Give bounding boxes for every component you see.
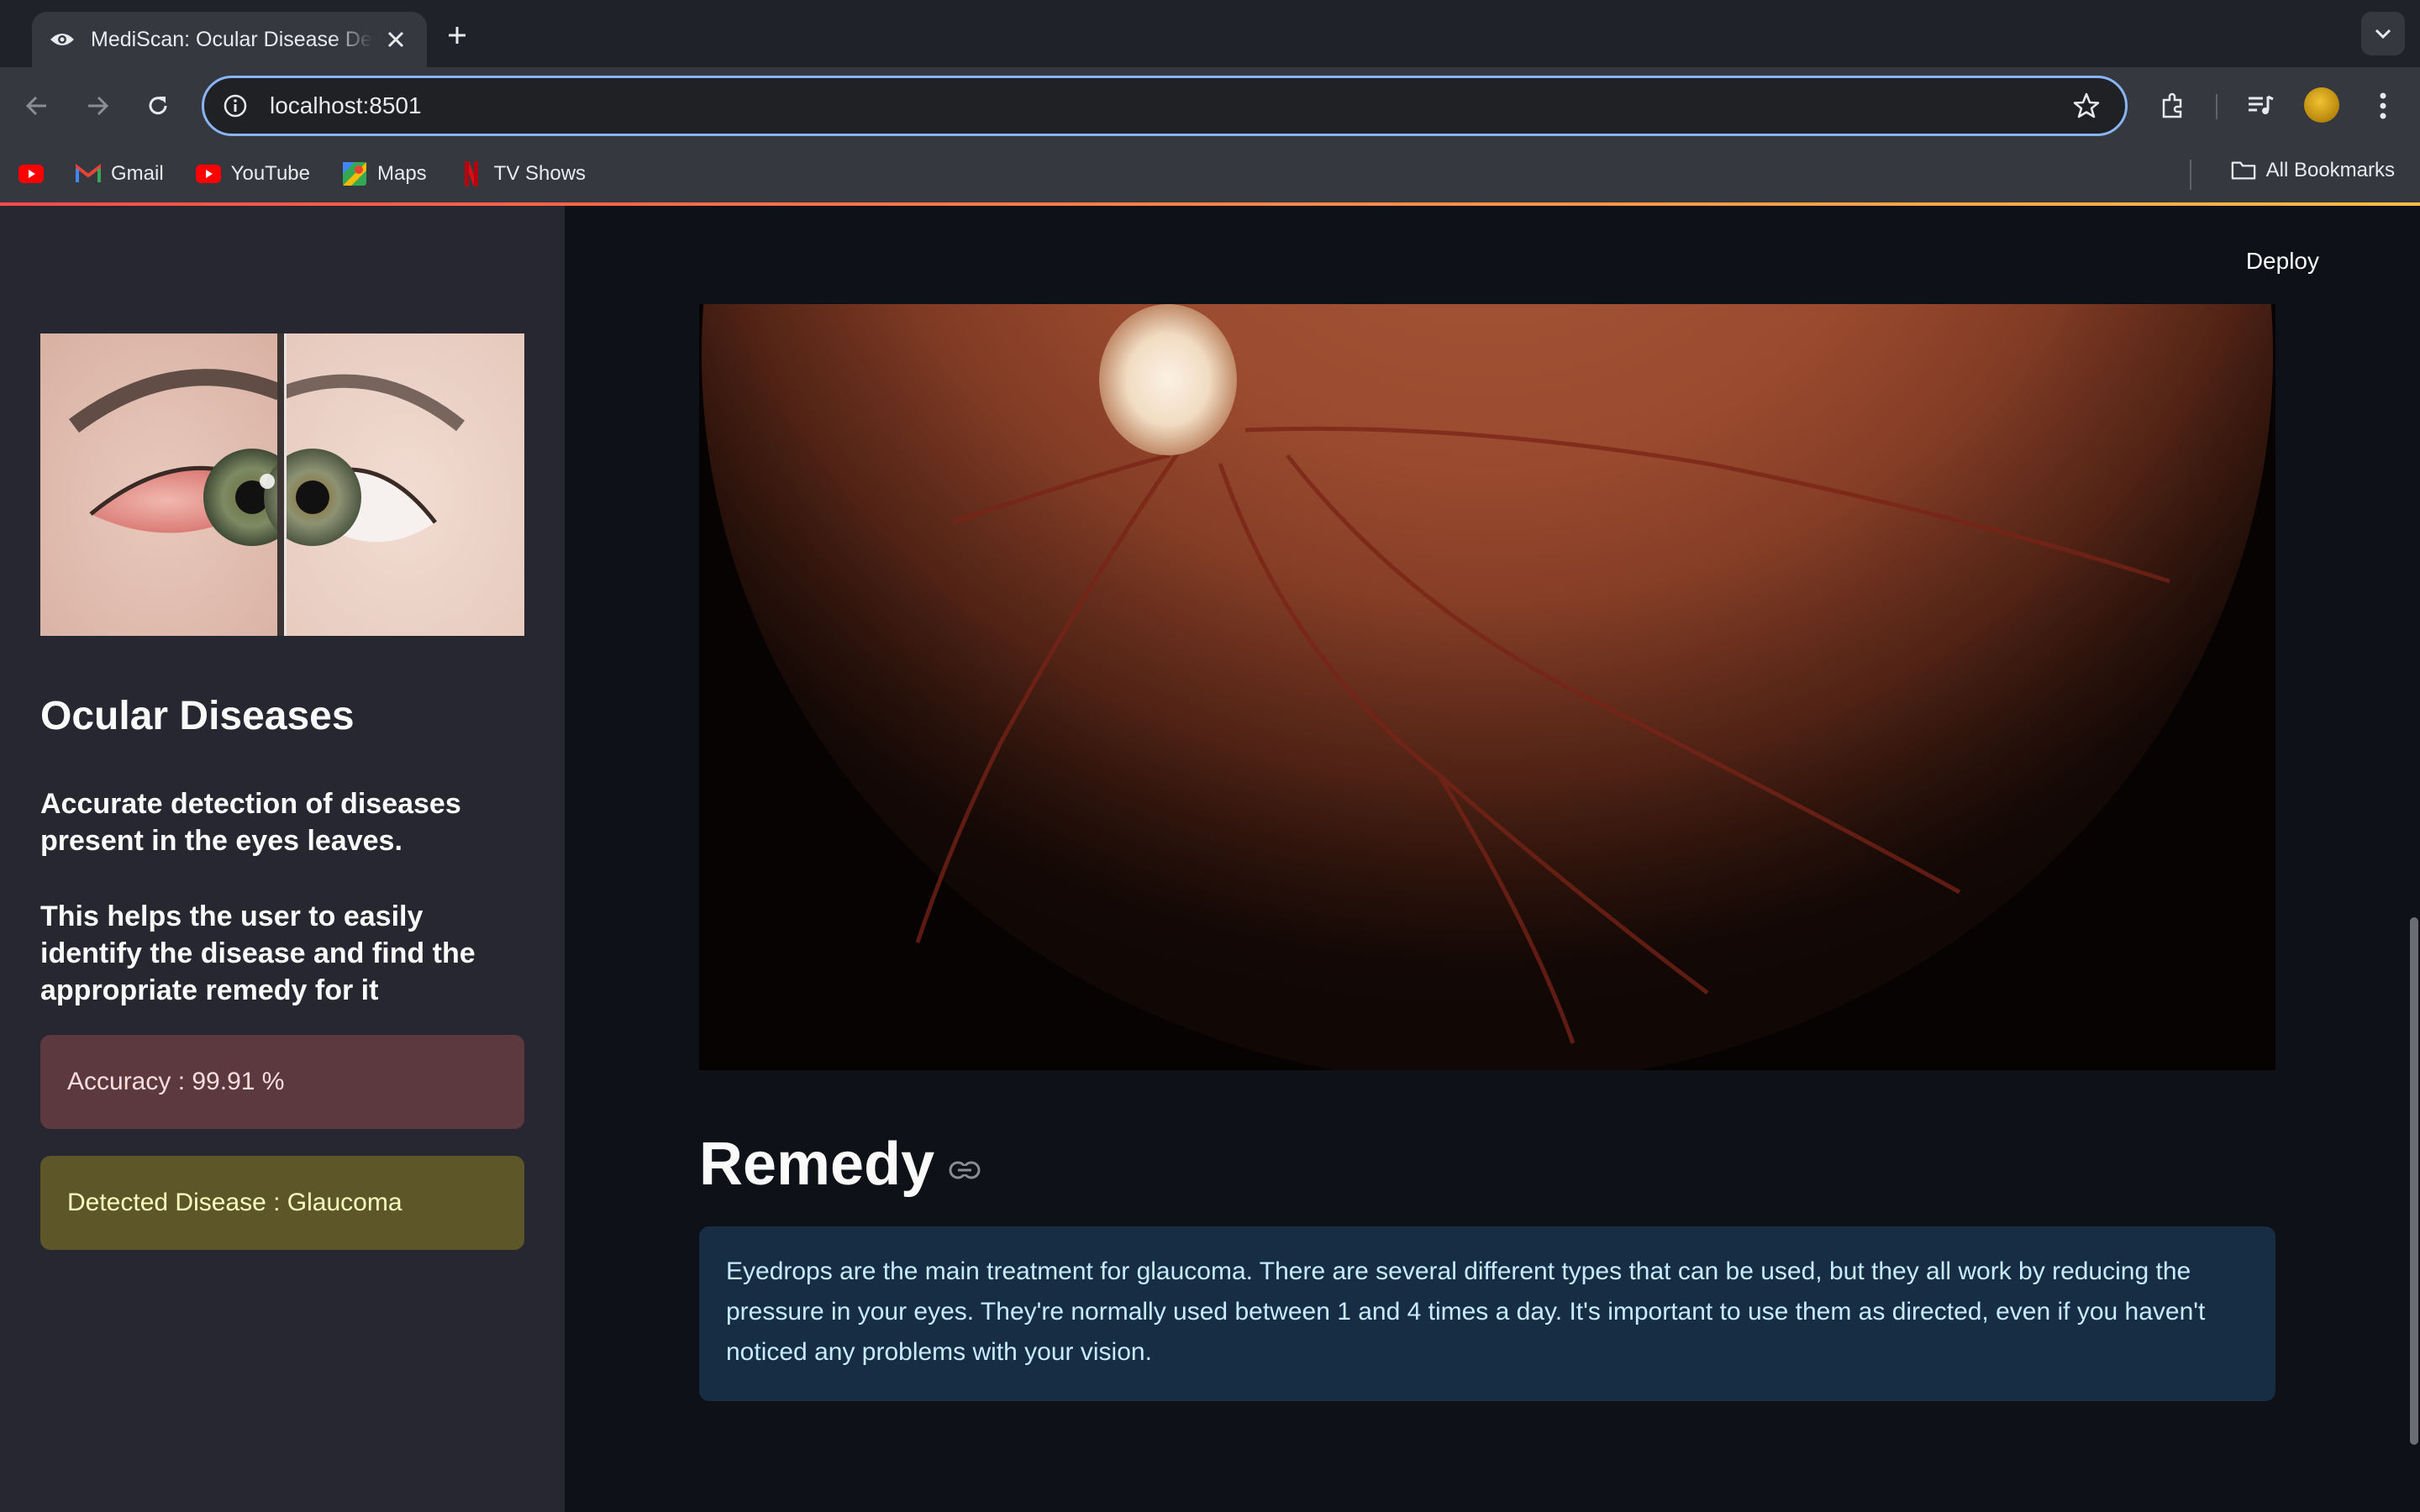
maps-icon bbox=[342, 161, 367, 186]
remedy-info-box: Eyedrops are the main treatment for glau… bbox=[699, 1226, 2275, 1401]
main-content: Deploy Remedy Eyedrops are the main trea… bbox=[565, 206, 2420, 1512]
bookmarks-divider bbox=[2190, 160, 2191, 190]
gmail-icon bbox=[76, 161, 101, 186]
eye-comparison-image bbox=[40, 333, 524, 636]
bookmark-label: Gmail bbox=[111, 162, 164, 185]
close-icon[interactable] bbox=[381, 25, 410, 54]
bookmarks-bar: Gmail YouTube Maps TV Shows All Bookmark… bbox=[0, 144, 2420, 203]
all-bookmarks-button[interactable]: All Bookmarks bbox=[2231, 158, 2395, 183]
remedy-text: Eyedrops are the main treatment for glau… bbox=[726, 1257, 2206, 1366]
toolbar-divider bbox=[2216, 94, 2217, 119]
bookmark-maps[interactable]: Maps bbox=[342, 161, 427, 186]
bookmark-star-icon[interactable] bbox=[2068, 87, 2105, 124]
bookmark-label: YouTube bbox=[230, 162, 310, 185]
sidebar: Ocular Diseases Accurate detection of di… bbox=[0, 206, 565, 1512]
all-bookmarks-label: All Bookmarks bbox=[2265, 159, 2395, 181]
bookmark-youtube-shortcut[interactable] bbox=[18, 161, 54, 186]
bookmark-label: TV Shows bbox=[493, 162, 587, 185]
accuracy-alert: Accuracy : 99.91 % bbox=[40, 1035, 524, 1129]
tab-search-button[interactable] bbox=[2361, 12, 2405, 55]
folder-icon bbox=[2231, 158, 2256, 183]
profile-avatar[interactable] bbox=[2304, 87, 2339, 123]
tab-title: MediScan: Ocular Disease Detection bbox=[91, 27, 373, 51]
link-icon[interactable] bbox=[948, 1153, 981, 1187]
bookmark-tv-shows[interactable]: TV Shows bbox=[459, 161, 586, 186]
deploy-button[interactable]: Deploy bbox=[2246, 248, 2319, 275]
sidebar-title: Ocular Diseases bbox=[40, 694, 355, 738]
netflix-icon bbox=[459, 161, 484, 186]
bookmark-youtube[interactable]: YouTube bbox=[195, 161, 310, 186]
new-tab-button[interactable] bbox=[439, 17, 476, 54]
address-bar[interactable]: localhost:8501 bbox=[202, 76, 2128, 136]
tab-strip: MediScan: Ocular Disease Detection bbox=[0, 0, 2420, 67]
extensions-icon[interactable] bbox=[2153, 86, 2193, 126]
accuracy-text: Accuracy : 99.91 % bbox=[67, 1068, 285, 1095]
url-text[interactable]: localhost:8501 bbox=[270, 92, 2068, 119]
remedy-heading: Remedy bbox=[699, 1130, 981, 1199]
scrollbar[interactable] bbox=[2408, 206, 2420, 1512]
media-controls-icon[interactable] bbox=[2240, 86, 2281, 126]
browser-toolbar: localhost:8501 bbox=[0, 67, 2420, 144]
eye-icon bbox=[49, 26, 76, 53]
reload-icon[interactable] bbox=[138, 86, 178, 126]
detected-disease-alert: Detected Disease : Glaucoma bbox=[40, 1156, 524, 1250]
sidebar-help-text: This helps the user to easily identify t… bbox=[40, 900, 476, 1006]
scrollbar-thumb[interactable] bbox=[2410, 917, 2418, 1445]
menu-kebab-icon[interactable] bbox=[2363, 86, 2403, 126]
remedy-heading-text: Remedy bbox=[699, 1131, 935, 1198]
forward-icon[interactable] bbox=[77, 86, 118, 126]
site-info-icon[interactable] bbox=[221, 92, 250, 120]
bookmark-label: Maps bbox=[376, 162, 427, 185]
youtube-icon bbox=[195, 161, 221, 186]
back-icon[interactable] bbox=[17, 86, 57, 126]
bookmark-gmail[interactable]: Gmail bbox=[76, 161, 164, 186]
browser-tab[interactable]: MediScan: Ocular Disease Detection bbox=[32, 12, 427, 67]
fundus-image bbox=[699, 304, 2275, 1070]
detected-disease-text: Detected Disease : Glaucoma bbox=[67, 1189, 402, 1216]
sidebar-description: Accurate detection of diseases present i… bbox=[40, 788, 461, 857]
youtube-icon bbox=[18, 161, 44, 186]
